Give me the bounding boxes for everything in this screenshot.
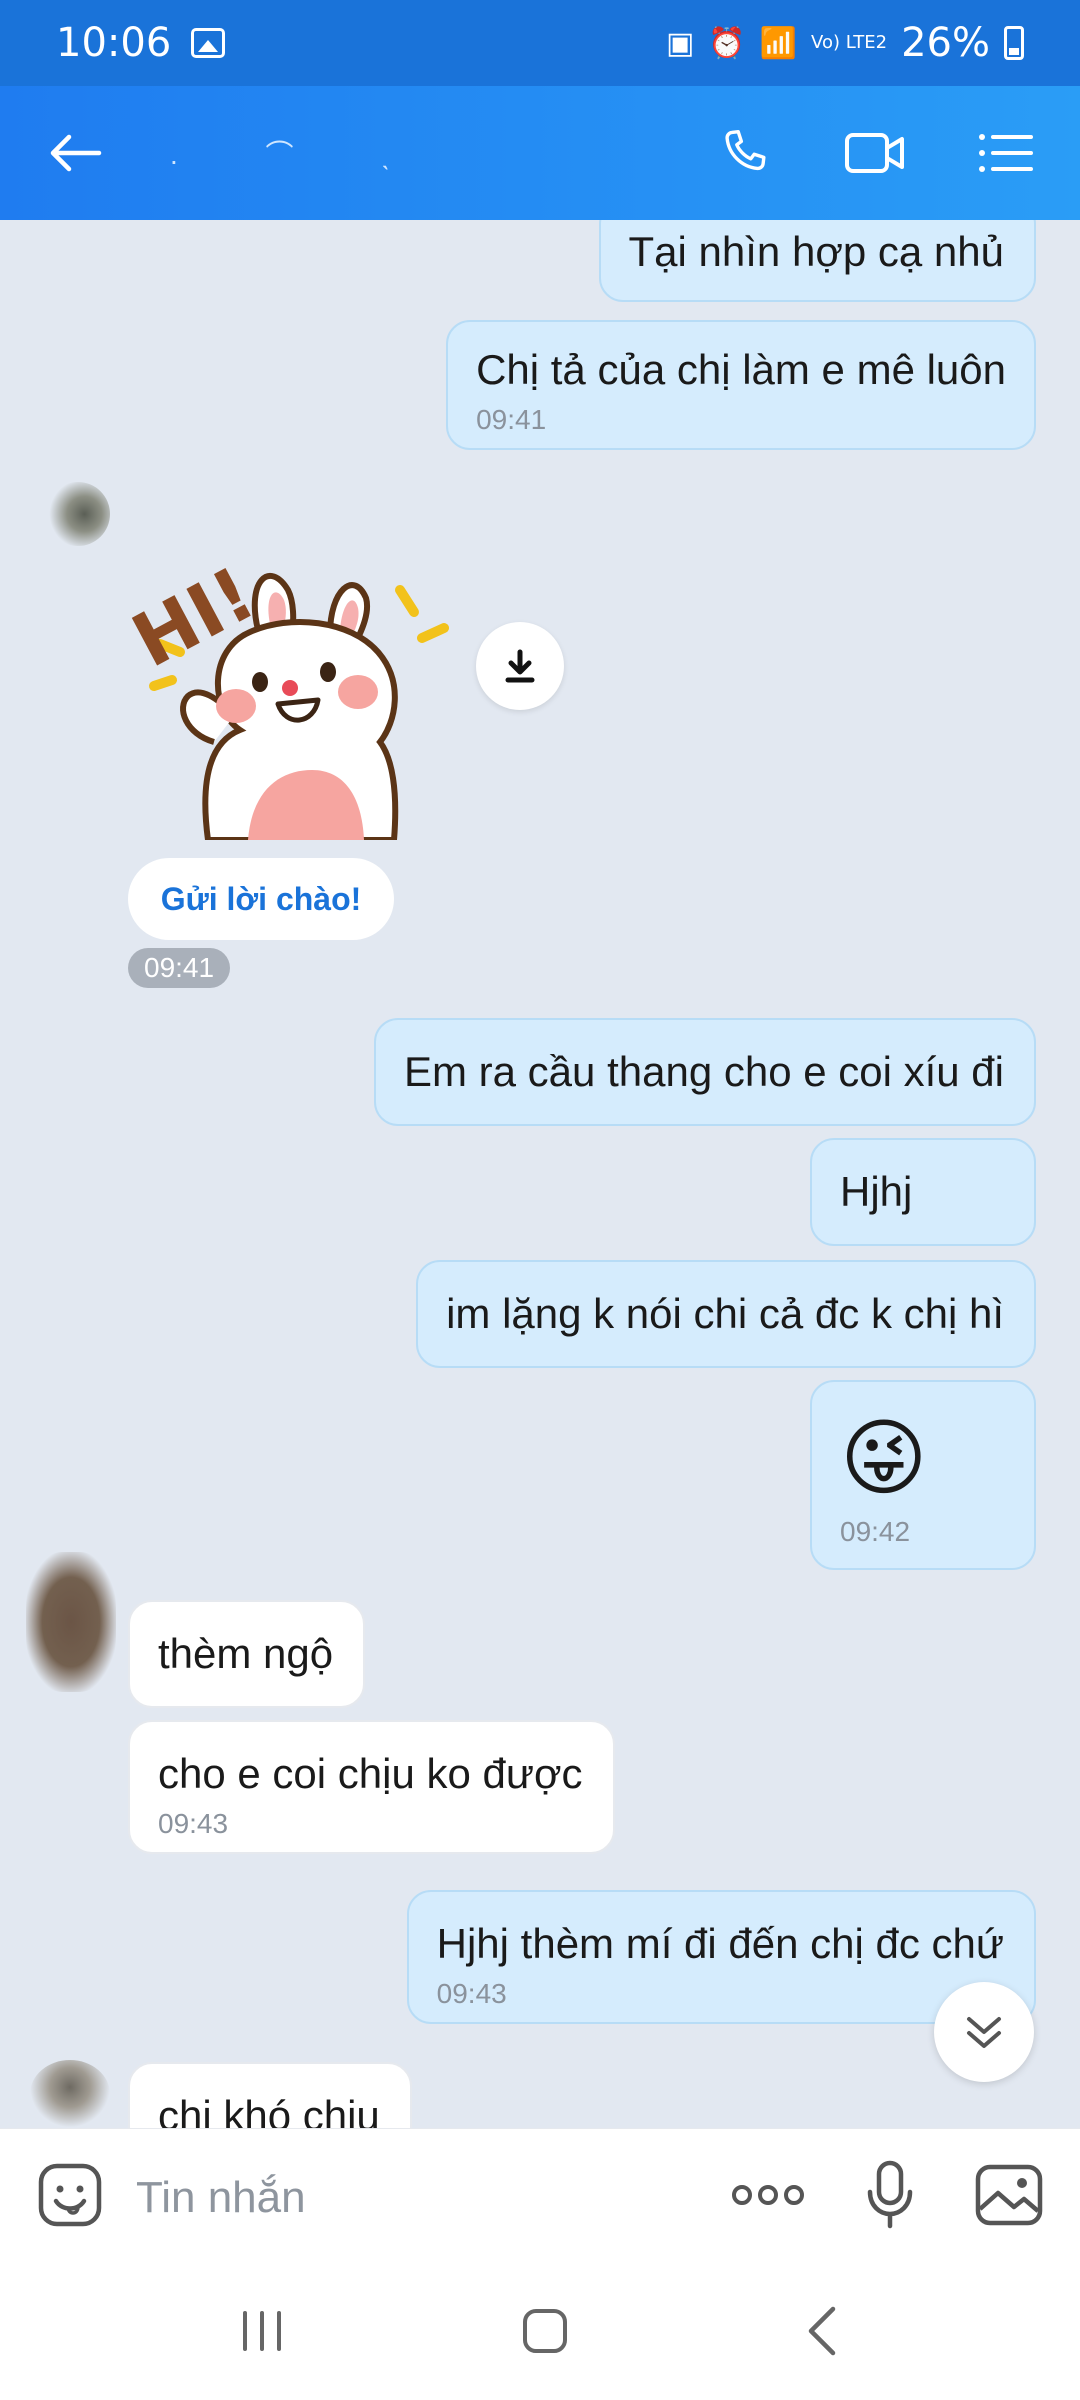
message-text: Chị tả của chị làm e mê luôn [476, 346, 1006, 393]
message-bubble-sent[interactable]: Hjhj [810, 1138, 1036, 1246]
header-actions [710, 118, 1040, 188]
message-bubble-sent[interactable]: Chị tả của chị làm e mê luôn 09:41 [446, 320, 1036, 450]
scroll-to-bottom-button[interactable] [934, 1982, 1034, 2082]
menu-button[interactable] [970, 118, 1040, 188]
wink-emoji: 😜 [840, 1411, 928, 1505]
call-button[interactable] [710, 118, 780, 188]
message-bubble-sent[interactable]: 😜 09:42 [810, 1380, 1036, 1570]
message-composer: Tin nhắn [0, 2128, 1080, 2266]
message-text: Hjhj [840, 1168, 913, 1215]
status-indicators: ▣ ⏰ 📶 Vo) LTE2 26% [666, 20, 1024, 66]
back-nav-button[interactable] [803, 2305, 843, 2362]
download-icon [505, 649, 535, 683]
chevron-left-icon [808, 2306, 836, 2355]
image-icon [975, 2164, 1043, 2226]
double-chevron-down-icon [967, 2017, 1001, 2048]
status-bar: 10:06 ▣ ⏰ 📶 Vo) LTE2 26% [0, 0, 1080, 86]
video-call-button[interactable] [840, 118, 910, 188]
message-text: Hjhj thèm mí đi đến chị đc chứ [436, 1920, 1004, 1967]
message-bubble-sent[interactable]: Tại nhìn hợp cạ nhủ [598, 220, 1036, 302]
contact-name[interactable]: . ⌒ ˎ [170, 133, 431, 173]
battery-saver-icon: ▣ [665, 25, 695, 61]
emoji-button[interactable] [36, 2161, 104, 2234]
sticker-smiley-icon [38, 2163, 102, 2227]
recent-apps-icon [243, 2310, 281, 2351]
message-text: thèm ngộ [158, 1630, 334, 1677]
wifi-icon: 📶 [759, 25, 798, 61]
image-picker-button[interactable] [974, 2163, 1044, 2232]
message-time: 09:43 [436, 1978, 507, 2009]
composer-actions [730, 2160, 1044, 2235]
alarm-icon: ⏰ [708, 25, 746, 61]
gallery-notification-icon [191, 28, 226, 58]
message-bubble-received[interactable]: cho e coi chịu ko được 09:43 [128, 1720, 615, 1854]
message-text: cho e coi chịu ko được [158, 1750, 583, 1797]
system-navigation-bar [0, 2266, 1080, 2400]
message-bubble-received[interactable]: thèm ngộ [128, 1600, 366, 1708]
microphone-icon [867, 2160, 913, 2229]
message-input[interactable]: Tin nhắn [136, 2173, 730, 2223]
battery-icon [1004, 26, 1024, 60]
message-text: Em ra cầu thang cho e coi xíu đi [404, 1048, 1004, 1095]
chat-area[interactable]: Tại nhìn hợp cạ nhủ Chị tả của chị làm e… [0, 220, 1080, 2128]
message-time: 09:41 [476, 404, 547, 435]
message-time: 09:43 [158, 1808, 229, 1839]
battery-percent: 26% [901, 20, 990, 66]
message-text: Tại nhìn hợp cạ nhủ [628, 228, 1004, 275]
more-dots-icon [732, 2185, 804, 2205]
avatar[interactable] [26, 1552, 116, 1692]
send-greeting-button[interactable]: Gửi lời chào! [128, 858, 394, 940]
phone-icon [725, 130, 766, 171]
list-menu-icon [979, 134, 1033, 172]
recent-apps-button[interactable] [237, 2309, 287, 2358]
more-options-button[interactable] [730, 2180, 806, 2215]
avatar[interactable] [46, 482, 110, 546]
message-bubble-sent[interactable]: Em ra cầu thang cho e coi xíu đi [374, 1018, 1036, 1126]
voice-message-button[interactable] [866, 2160, 914, 2235]
avatar[interactable] [30, 2060, 110, 2128]
video-camera-icon [845, 133, 904, 173]
message-bubble-sent[interactable]: im lặng k nói chi cả đc k chị hì [416, 1260, 1036, 1368]
sticker-time: 09:41 [128, 948, 231, 988]
arrow-left-icon [50, 134, 102, 172]
message-text: im lặng k nói chi cả đc k chị hì [446, 1290, 1004, 1337]
download-button[interactable] [476, 622, 564, 710]
chat-header: . ⌒ ˎ [0, 86, 1080, 220]
bunny-sticker-image: HI! [119, 551, 449, 843]
home-icon [523, 2308, 567, 2353]
lte-indicator: Vo) LTE2 [811, 32, 888, 53]
message-text: chị khó chịu [158, 2092, 380, 2128]
message-time: 09:42 [840, 1516, 911, 1547]
hi-bunny-sticker[interactable]: HI! [119, 520, 470, 843]
home-button[interactable] [521, 2307, 569, 2360]
back-button[interactable] [40, 118, 110, 188]
message-bubble-received[interactable]: chị khó chịu [128, 2062, 412, 2128]
status-time: 10:06 [56, 20, 172, 66]
